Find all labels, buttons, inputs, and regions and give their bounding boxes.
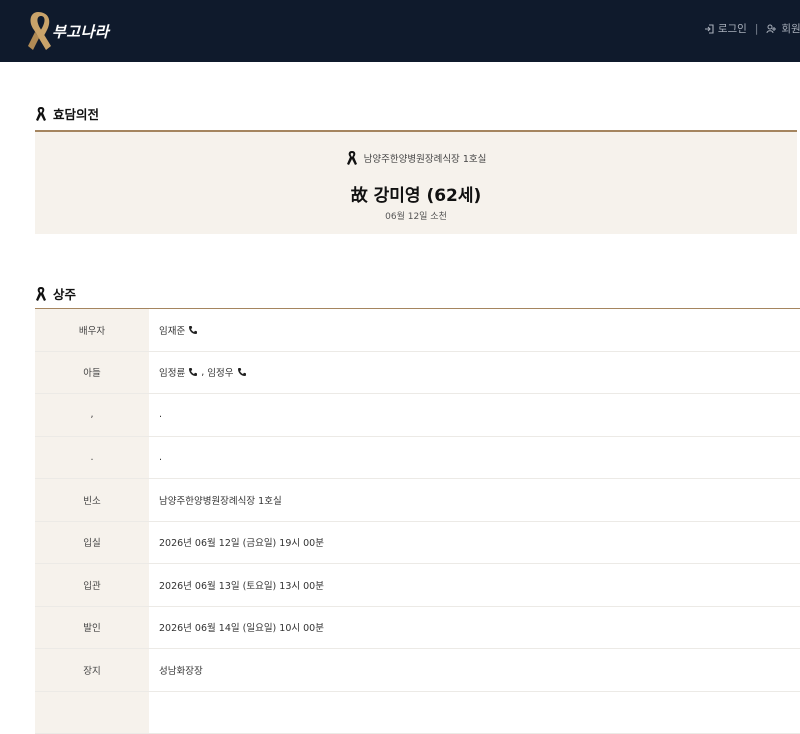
name-separator: , xyxy=(201,367,204,378)
row-label: 아들 xyxy=(35,352,149,394)
mourner-name: 임정우 xyxy=(207,365,233,379)
row-label: 발인 xyxy=(35,607,149,649)
row-value xyxy=(149,692,800,734)
phone-icon[interactable] xyxy=(188,367,198,377)
row-label: , xyxy=(35,394,149,436)
row-value: . xyxy=(149,394,800,436)
site-logo[interactable]: 부고나라 xyxy=(24,6,109,56)
phone-icon[interactable] xyxy=(188,325,198,335)
signup-label: 회원가입 xyxy=(781,21,800,36)
account-links: 로그인 | 회원가입 xyxy=(704,21,800,36)
link-separator: | xyxy=(755,23,759,35)
row-value: 2026년 06월 13일 (토요일) 13시 00분 xyxy=(149,564,800,606)
death-date: 06월 12일 소천 xyxy=(35,209,797,222)
mourner-name: 임정륜 xyxy=(159,365,185,379)
funeral-hall-line: 남양주한양병원장례식장 1호실 xyxy=(35,150,797,166)
table-row: 입실 2026년 06월 12일 (금요일) 19시 00분 xyxy=(35,522,800,565)
phone-icon[interactable] xyxy=(237,367,247,377)
row-label xyxy=(35,692,149,734)
row-value: 2026년 06월 12일 (금요일) 19시 00분 xyxy=(149,522,800,564)
row-label: . xyxy=(35,437,149,479)
table-row: , . xyxy=(35,394,800,437)
deceased-name: 故 강미영 (62세) xyxy=(35,181,797,206)
login-icon xyxy=(704,24,714,34)
table-row: 아들 임정륜 , 임정우 xyxy=(35,352,800,395)
table-row: . . xyxy=(35,437,800,480)
row-label: 빈소 xyxy=(35,479,149,521)
login-link[interactable]: 로그인 xyxy=(704,21,747,36)
row-label: 장지 xyxy=(35,649,149,691)
signup-icon xyxy=(766,24,777,34)
row-label: 입관 xyxy=(35,564,149,606)
table-row xyxy=(35,692,800,734)
funeral-hall: 남양주한양병원장례식장 1호실 xyxy=(364,151,487,165)
login-label: 로그인 xyxy=(718,21,747,36)
row-label: 배우자 xyxy=(35,309,149,351)
mourner-name: 임재준 xyxy=(159,323,185,337)
row-value: 임재준 xyxy=(149,309,800,351)
table-row: 장지 성남화장장 xyxy=(35,649,800,692)
row-value: . xyxy=(149,437,800,479)
mourning-ribbon-icon xyxy=(35,286,47,302)
mourning-ribbon-icon xyxy=(35,106,47,122)
row-value: 임정륜 , 임정우 xyxy=(149,352,800,394)
row-label: 입실 xyxy=(35,522,149,564)
brand-name: 부고나라 xyxy=(52,21,109,42)
signup-link[interactable]: 회원가입 xyxy=(766,21,800,36)
mourner-table: 배우자 임재준 아들 임정륜 , 임정우 , . . . 빈소 남양주 xyxy=(35,308,800,734)
table-row: 배우자 임재준 xyxy=(35,309,800,352)
sangju-section-title: 상주 xyxy=(35,284,76,303)
table-row: 입관 2026년 06월 13일 (토요일) 13시 00분 xyxy=(35,564,800,607)
table-row: 발인 2026년 06월 14일 (일요일) 10시 00분 xyxy=(35,607,800,650)
mourning-ribbon-icon xyxy=(346,150,358,166)
hyodam-section-title: 효담의전 xyxy=(35,104,99,123)
section-title: 상주 xyxy=(53,284,76,303)
section-title: 효담의전 xyxy=(53,104,99,123)
row-value: 남양주한양병원장례식장 1호실 xyxy=(149,479,800,521)
table-row: 빈소 남양주한양병원장례식장 1호실 xyxy=(35,479,800,522)
row-value: 2026년 06월 14일 (일요일) 10시 00분 xyxy=(149,607,800,649)
obituary-notice: 남양주한양병원장례식장 1호실 故 강미영 (62세) 06월 12일 소천 xyxy=(35,130,797,234)
top-header: 부고나라 로그인 | 회원가입 xyxy=(0,0,800,62)
row-value: 성남화장장 xyxy=(149,649,800,691)
